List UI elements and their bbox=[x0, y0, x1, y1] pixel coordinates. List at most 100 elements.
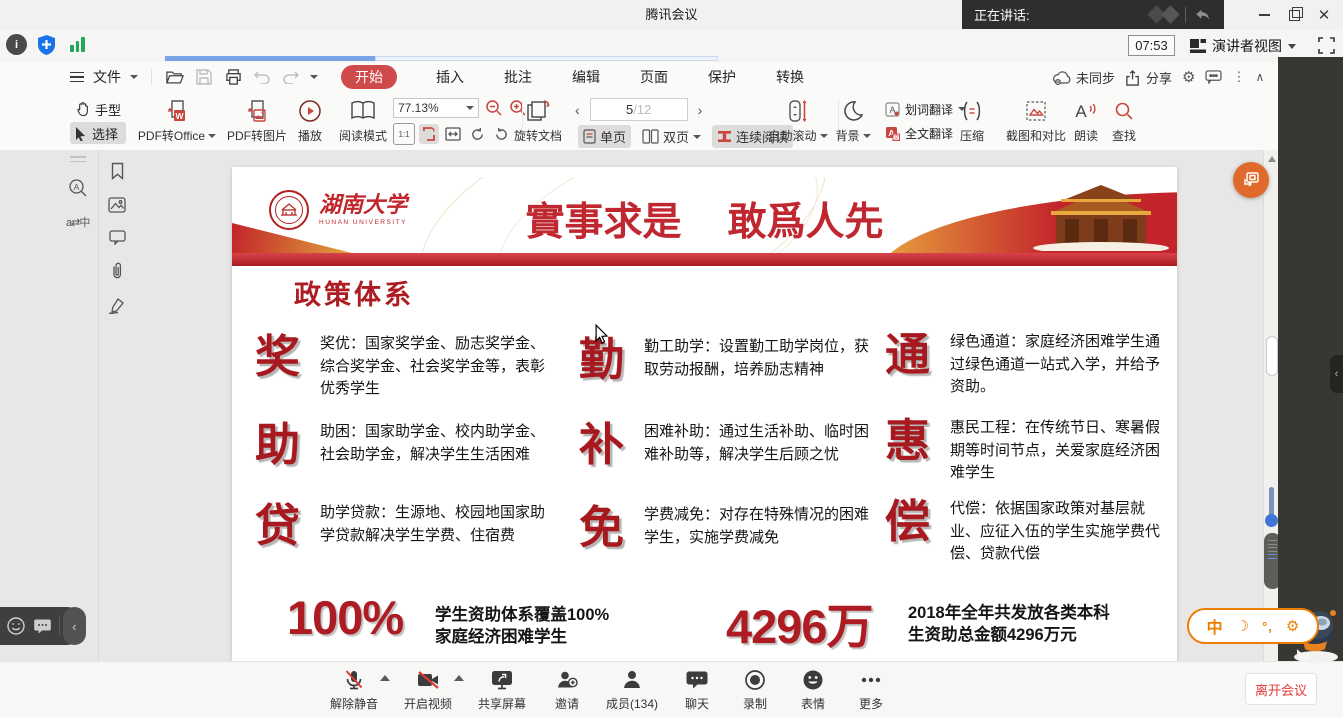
comment-panel-icon[interactable] bbox=[109, 230, 126, 245]
hand-tool[interactable]: 手型 bbox=[70, 98, 126, 120]
ime-punctuation-toggle[interactable]: °, bbox=[1262, 619, 1273, 634]
fullscreen-icon[interactable] bbox=[1318, 37, 1335, 54]
find-button[interactable]: 查找 bbox=[1104, 97, 1144, 144]
pdf-to-image-button[interactable]: PDF转图片 bbox=[224, 97, 290, 144]
policy-text: 困难补助：通过生活补助、临时困难补助等，解决学生后顾之忧 bbox=[644, 421, 875, 468]
search-doc-icon[interactable]: A bbox=[68, 178, 88, 198]
shield-icon[interactable] bbox=[36, 34, 57, 56]
actual-size-button[interactable]: 1:1 bbox=[393, 123, 415, 145]
select-tool[interactable]: 选择 bbox=[70, 122, 126, 144]
rotate-doc-button[interactable]: 旋转文档 bbox=[506, 97, 570, 144]
tab-convert[interactable]: 转换 bbox=[776, 67, 804, 87]
policy-item: 免 学费减免：对存在特殊情况的困难学生，实施学费减免 bbox=[579, 504, 875, 551]
start-video-button[interactable]: 开启视频 bbox=[392, 667, 464, 712]
invite-button[interactable]: 邀请 bbox=[538, 667, 596, 712]
minimize-button[interactable] bbox=[1249, 0, 1279, 30]
play-icon bbox=[290, 97, 330, 125]
close-button[interactable]: ✕ bbox=[1309, 0, 1339, 30]
save-icon[interactable] bbox=[194, 67, 214, 87]
more-label: 更多 bbox=[859, 695, 883, 712]
mic-options-caret[interactable] bbox=[378, 675, 392, 681]
next-page-icon[interactable]: › bbox=[698, 102, 703, 118]
members-button[interactable]: 成员(134) bbox=[596, 667, 668, 712]
record-button[interactable]: 录制 bbox=[726, 667, 784, 712]
feedback-icon[interactable] bbox=[1205, 70, 1222, 84]
more-menu-icon[interactable]: ⋮ bbox=[1232, 69, 1245, 85]
policy-item: 勤 勤工助学：设置勤工助学岗位，获取劳动报酬，培养励志精神 bbox=[579, 336, 875, 383]
page-number-box[interactable]: 5/12 bbox=[590, 98, 688, 121]
signature-icon[interactable] bbox=[108, 297, 126, 314]
image-panel-icon[interactable] bbox=[108, 197, 126, 213]
share-screen-button[interactable]: 共享屏幕 bbox=[466, 667, 538, 712]
reply-arrow-icon[interactable] bbox=[1194, 7, 1212, 23]
translate-icon[interactable]: a⇄中 bbox=[66, 214, 89, 230]
zoom-out-icon[interactable] bbox=[485, 99, 503, 117]
compress-button[interactable]: 压缩 bbox=[950, 97, 994, 144]
tab-page[interactable]: 页面 bbox=[640, 67, 668, 87]
ime-language-toggle[interactable]: 中 bbox=[1207, 614, 1223, 638]
share-icon[interactable] bbox=[1125, 69, 1142, 86]
blue-slider-track[interactable] bbox=[1269, 487, 1274, 517]
meeting-titlebar: 腾讯会议 正在讲话: ✕ bbox=[0, 0, 1343, 30]
read-mode-button[interactable]: 阅读模式 bbox=[334, 97, 392, 144]
rotate-cw-icon[interactable] bbox=[467, 124, 487, 144]
share-label[interactable]: 分享 bbox=[1146, 68, 1172, 87]
collapse-ribbon-icon[interactable]: ∧ bbox=[1255, 70, 1264, 84]
fit-page-button[interactable] bbox=[419, 124, 439, 144]
cloud-sync-icon[interactable] bbox=[1052, 70, 1072, 85]
continuous-read-icon bbox=[717, 130, 732, 143]
attachment-icon[interactable] bbox=[110, 262, 124, 280]
auto-scroll-button[interactable]: 自动滚动 bbox=[765, 97, 831, 144]
view-mode-selector[interactable]: 演讲者视图 bbox=[1190, 34, 1296, 58]
wps-ribbon: 手型 选择 W PDF转Office PDF转图片 播放 阅读模式 77.13% bbox=[0, 92, 1278, 151]
emoji-button[interactable]: 表情 bbox=[784, 667, 842, 712]
fit-width-button[interactable] bbox=[443, 124, 463, 144]
more-button[interactable]: 更多 bbox=[842, 667, 900, 712]
undo-icon[interactable] bbox=[252, 67, 272, 87]
tab-edit[interactable]: 编辑 bbox=[572, 67, 600, 87]
signal-bars-icon[interactable] bbox=[70, 36, 85, 52]
collapse-pill-icon[interactable]: ‹ bbox=[63, 607, 86, 645]
unmute-button[interactable]: 解除静音 bbox=[318, 667, 390, 712]
chat-button[interactable]: 聊天 bbox=[668, 667, 726, 712]
tab-comment[interactable]: 批注 bbox=[504, 67, 532, 87]
reaction-emoji-icon[interactable] bbox=[6, 616, 26, 636]
hamburger-icon[interactable] bbox=[70, 72, 84, 83]
read-aloud-button[interactable]: A 朗读 bbox=[1064, 97, 1108, 144]
more-commands-icon[interactable] bbox=[310, 75, 318, 79]
zoom-value-box[interactable]: 77.13% bbox=[393, 98, 479, 118]
sidebar-drag-handle[interactable] bbox=[70, 156, 86, 162]
quick-chat-icon[interactable] bbox=[33, 618, 52, 635]
bookmark-icon[interactable] bbox=[110, 162, 125, 180]
svg-text:A: A bbox=[1075, 102, 1087, 121]
file-menu[interactable]: 文件 bbox=[93, 67, 121, 87]
open-folder-icon[interactable] bbox=[165, 67, 185, 87]
ime-settings-icon[interactable]: ⚙ bbox=[1286, 617, 1299, 635]
tab-insert[interactable]: 插入 bbox=[436, 67, 464, 87]
gear-icon[interactable]: ⚙ bbox=[1182, 68, 1195, 86]
ime-moon-icon[interactable]: ☽ bbox=[1236, 617, 1249, 635]
tab-home[interactable]: 开始 bbox=[341, 65, 397, 89]
pdf-to-office-button[interactable]: W PDF转Office bbox=[133, 97, 221, 144]
background-button[interactable]: 背景 bbox=[830, 97, 876, 144]
redo-icon[interactable] bbox=[281, 67, 301, 87]
panel-expand-tab[interactable]: ‹ bbox=[1330, 355, 1343, 393]
blue-slider-handle[interactable] bbox=[1265, 514, 1278, 527]
play-button[interactable]: 播放 bbox=[290, 97, 330, 144]
info-icon[interactable]: i bbox=[6, 34, 27, 55]
scrollbar-thumb[interactable] bbox=[1266, 336, 1278, 376]
leave-meeting-button[interactable]: 离开会议 bbox=[1245, 673, 1317, 705]
policy-letter: 偿 bbox=[885, 498, 941, 566]
restore-button[interactable] bbox=[1279, 0, 1309, 30]
scroll-up-arrow[interactable] bbox=[1268, 156, 1276, 162]
rotate-doc-label: 旋转文档 bbox=[514, 127, 562, 144]
ppt-convert-float-button[interactable] bbox=[1233, 162, 1269, 198]
double-page-button[interactable]: 双页 bbox=[637, 125, 706, 148]
page-current: 5 bbox=[626, 102, 633, 117]
prev-page-icon[interactable]: ‹ bbox=[575, 102, 580, 118]
print-icon[interactable] bbox=[223, 67, 243, 87]
tab-protect[interactable]: 保护 bbox=[708, 67, 736, 87]
video-options-caret[interactable] bbox=[452, 675, 466, 681]
single-page-button[interactable]: 单页 bbox=[578, 125, 631, 148]
collapsed-video-panel: ‹ bbox=[1278, 57, 1343, 661]
